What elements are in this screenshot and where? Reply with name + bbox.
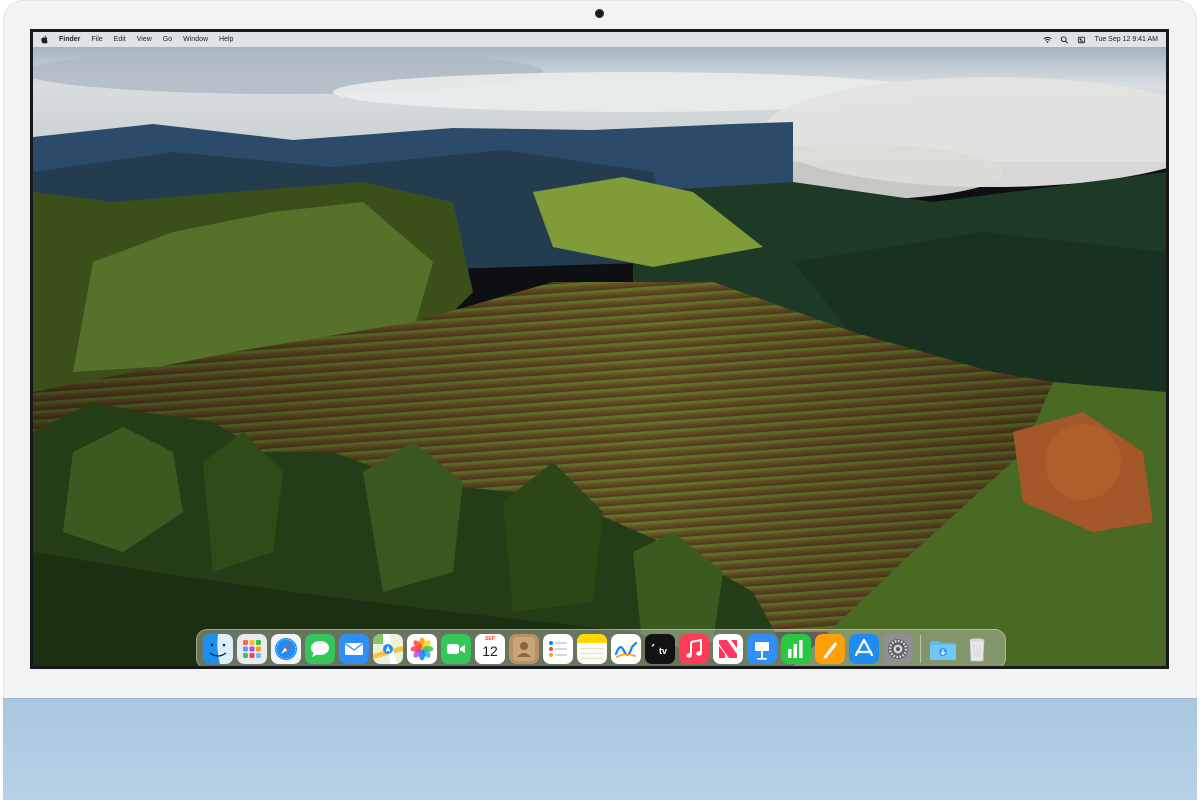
music-icon [679,634,709,664]
dock-item-maps[interactable] [373,634,403,664]
dock-item-contacts[interactable] [509,634,539,664]
dock-item-freeform[interactable] [611,634,641,664]
pages-icon [815,634,845,664]
downloads-folder-icon [930,641,956,660]
apple-logo-icon[interactable] [41,35,49,44]
reminders-icon [543,634,573,664]
imac-device: Finder File Edit View Go Window Help Tue… [0,0,1200,800]
dock-item-news[interactable] [713,634,743,664]
screen: Finder File Edit View Go Window Help Tue… [30,29,1169,669]
dock-item-mail[interactable] [339,634,369,664]
menu-app-name[interactable]: Finder [59,36,80,43]
menu-bar-clock[interactable]: Tue Sep 12 9:41 AM [1094,36,1158,43]
dock-item-downloads[interactable] [928,634,958,664]
menu-bar: Finder File Edit View Go Window Help Tue… [33,32,1166,47]
contacts-icon [509,634,539,664]
finder-icon [203,634,233,664]
wifi-icon[interactable] [1043,36,1053,44]
menu-view[interactable]: View [137,36,152,43]
dock-item-pages[interactable] [815,634,845,664]
dock-item-keynote[interactable] [747,634,777,664]
status-menus: Tue Sep 12 9:41 AM [1043,35,1158,44]
dock-separator [920,635,921,663]
facetime-icon [441,634,471,664]
safari-icon [271,634,301,664]
dock-item-finder[interactable] [203,634,233,664]
trash-icon [969,638,985,662]
dock-item-safari[interactable] [271,634,301,664]
menu-window[interactable]: Window [183,36,208,43]
desktop-wallpaper [33,32,1166,666]
dock-item-facetime[interactable] [441,634,471,664]
control-center-icon[interactable] [1077,36,1086,44]
app-store-icon [849,634,879,664]
calendar-day: 12 [482,643,498,659]
dock-item-photos[interactable] [407,634,437,664]
display-chin [3,698,1197,800]
menu-edit[interactable]: Edit [114,36,126,43]
camera-icon [595,9,604,18]
dock-item-launchpad[interactable] [237,634,267,664]
notes-icon [577,634,607,664]
keynote-icon [747,634,777,664]
dock-item-numbers[interactable] [781,634,811,664]
finder-running-indicator [215,667,218,669]
tv-label: tv [658,645,667,656]
dock-item-system-settings[interactable] [883,634,913,664]
news-icon [713,634,743,664]
maps-icon [373,634,403,664]
dock-item-reminders[interactable] [543,634,573,664]
launchpad-icon [237,634,267,664]
menu-go[interactable]: Go [163,36,172,43]
dock-item-trash[interactable] [962,634,992,664]
dock-item-calendar[interactable]: SEP 12 [475,634,505,664]
dock: SEP 12 tv [196,629,1006,666]
mail-icon [339,634,369,664]
numbers-icon [781,634,811,664]
system-settings-icon [883,634,913,664]
dock-item-app-store[interactable] [849,634,879,664]
menu-help[interactable]: Help [219,36,233,43]
dock-item-music[interactable] [679,634,709,664]
dock-item-messages[interactable] [305,634,335,664]
dock-item-notes[interactable] [577,634,607,664]
calendar-month: SEP [484,636,495,642]
messages-icon [305,634,335,664]
menu-file[interactable]: File [91,36,102,43]
photos-icon [407,634,437,664]
spotlight-search-icon[interactable] [1060,35,1069,44]
dock-item-tv[interactable]: tv [645,634,675,664]
freeform-icon [611,634,641,664]
